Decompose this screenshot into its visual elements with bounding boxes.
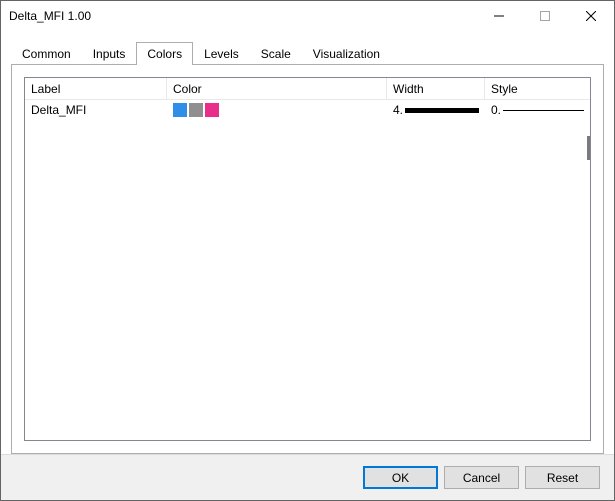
maximize-icon [540, 11, 550, 21]
cell-label[interactable]: Delta_MFI [25, 100, 167, 120]
minimize-button[interactable] [476, 1, 522, 31]
header-width[interactable]: Width [387, 78, 485, 99]
minimize-icon [494, 11, 504, 21]
tab-scale[interactable]: Scale [250, 42, 302, 65]
tab-colors[interactable]: Colors [136, 42, 193, 65]
style-value: 0. [491, 103, 501, 117]
tab-panel-colors: Label Color Width Style Delta_MFI [11, 64, 604, 454]
color-swatches [173, 103, 219, 117]
client-area: Common Inputs Colors Levels Scale Visual… [1, 31, 614, 454]
color-swatch-2[interactable] [189, 103, 203, 117]
window-title: Delta_MFI 1.00 [9, 9, 476, 23]
width-preview-line [405, 108, 479, 113]
tabstrip: Common Inputs Colors Levels Scale Visual… [11, 41, 604, 64]
cancel-button[interactable]: Cancel [444, 466, 519, 489]
tab-common[interactable]: Common [11, 42, 82, 65]
table-row[interactable]: Delta_MFI 4. [25, 100, 590, 120]
maximize-button [522, 1, 568, 31]
cell-width[interactable]: 4. [387, 100, 485, 120]
close-button[interactable] [568, 1, 614, 31]
reset-button[interactable]: Reset [525, 466, 600, 489]
header-color[interactable]: Color [167, 78, 387, 99]
header-style[interactable]: Style [485, 78, 590, 99]
listview-header: Label Color Width Style [25, 78, 590, 100]
colors-listview[interactable]: Label Color Width Style Delta_MFI [24, 77, 591, 441]
cell-color[interactable] [167, 100, 387, 120]
dialog-window: Delta_MFI 1.00 Common Inputs Colors Leve… [0, 0, 615, 501]
style-sample: 0. [491, 103, 584, 117]
style-preview-line [503, 110, 584, 111]
color-swatch-1[interactable] [173, 103, 187, 117]
tab-inputs[interactable]: Inputs [82, 42, 137, 65]
dialog-buttons: OK Cancel Reset [1, 454, 614, 500]
scrollbar-mark[interactable] [587, 136, 591, 160]
color-swatch-3[interactable] [205, 103, 219, 117]
tab-visualization[interactable]: Visualization [302, 42, 391, 65]
tab-levels[interactable]: Levels [193, 42, 250, 65]
close-icon [586, 11, 596, 21]
ok-button[interactable]: OK [363, 466, 438, 489]
window-controls [476, 1, 614, 31]
cell-style[interactable]: 0. [485, 100, 590, 120]
width-sample: 4. [393, 103, 479, 117]
titlebar: Delta_MFI 1.00 [1, 1, 614, 31]
width-value: 4. [393, 103, 403, 117]
header-label[interactable]: Label [25, 78, 167, 99]
